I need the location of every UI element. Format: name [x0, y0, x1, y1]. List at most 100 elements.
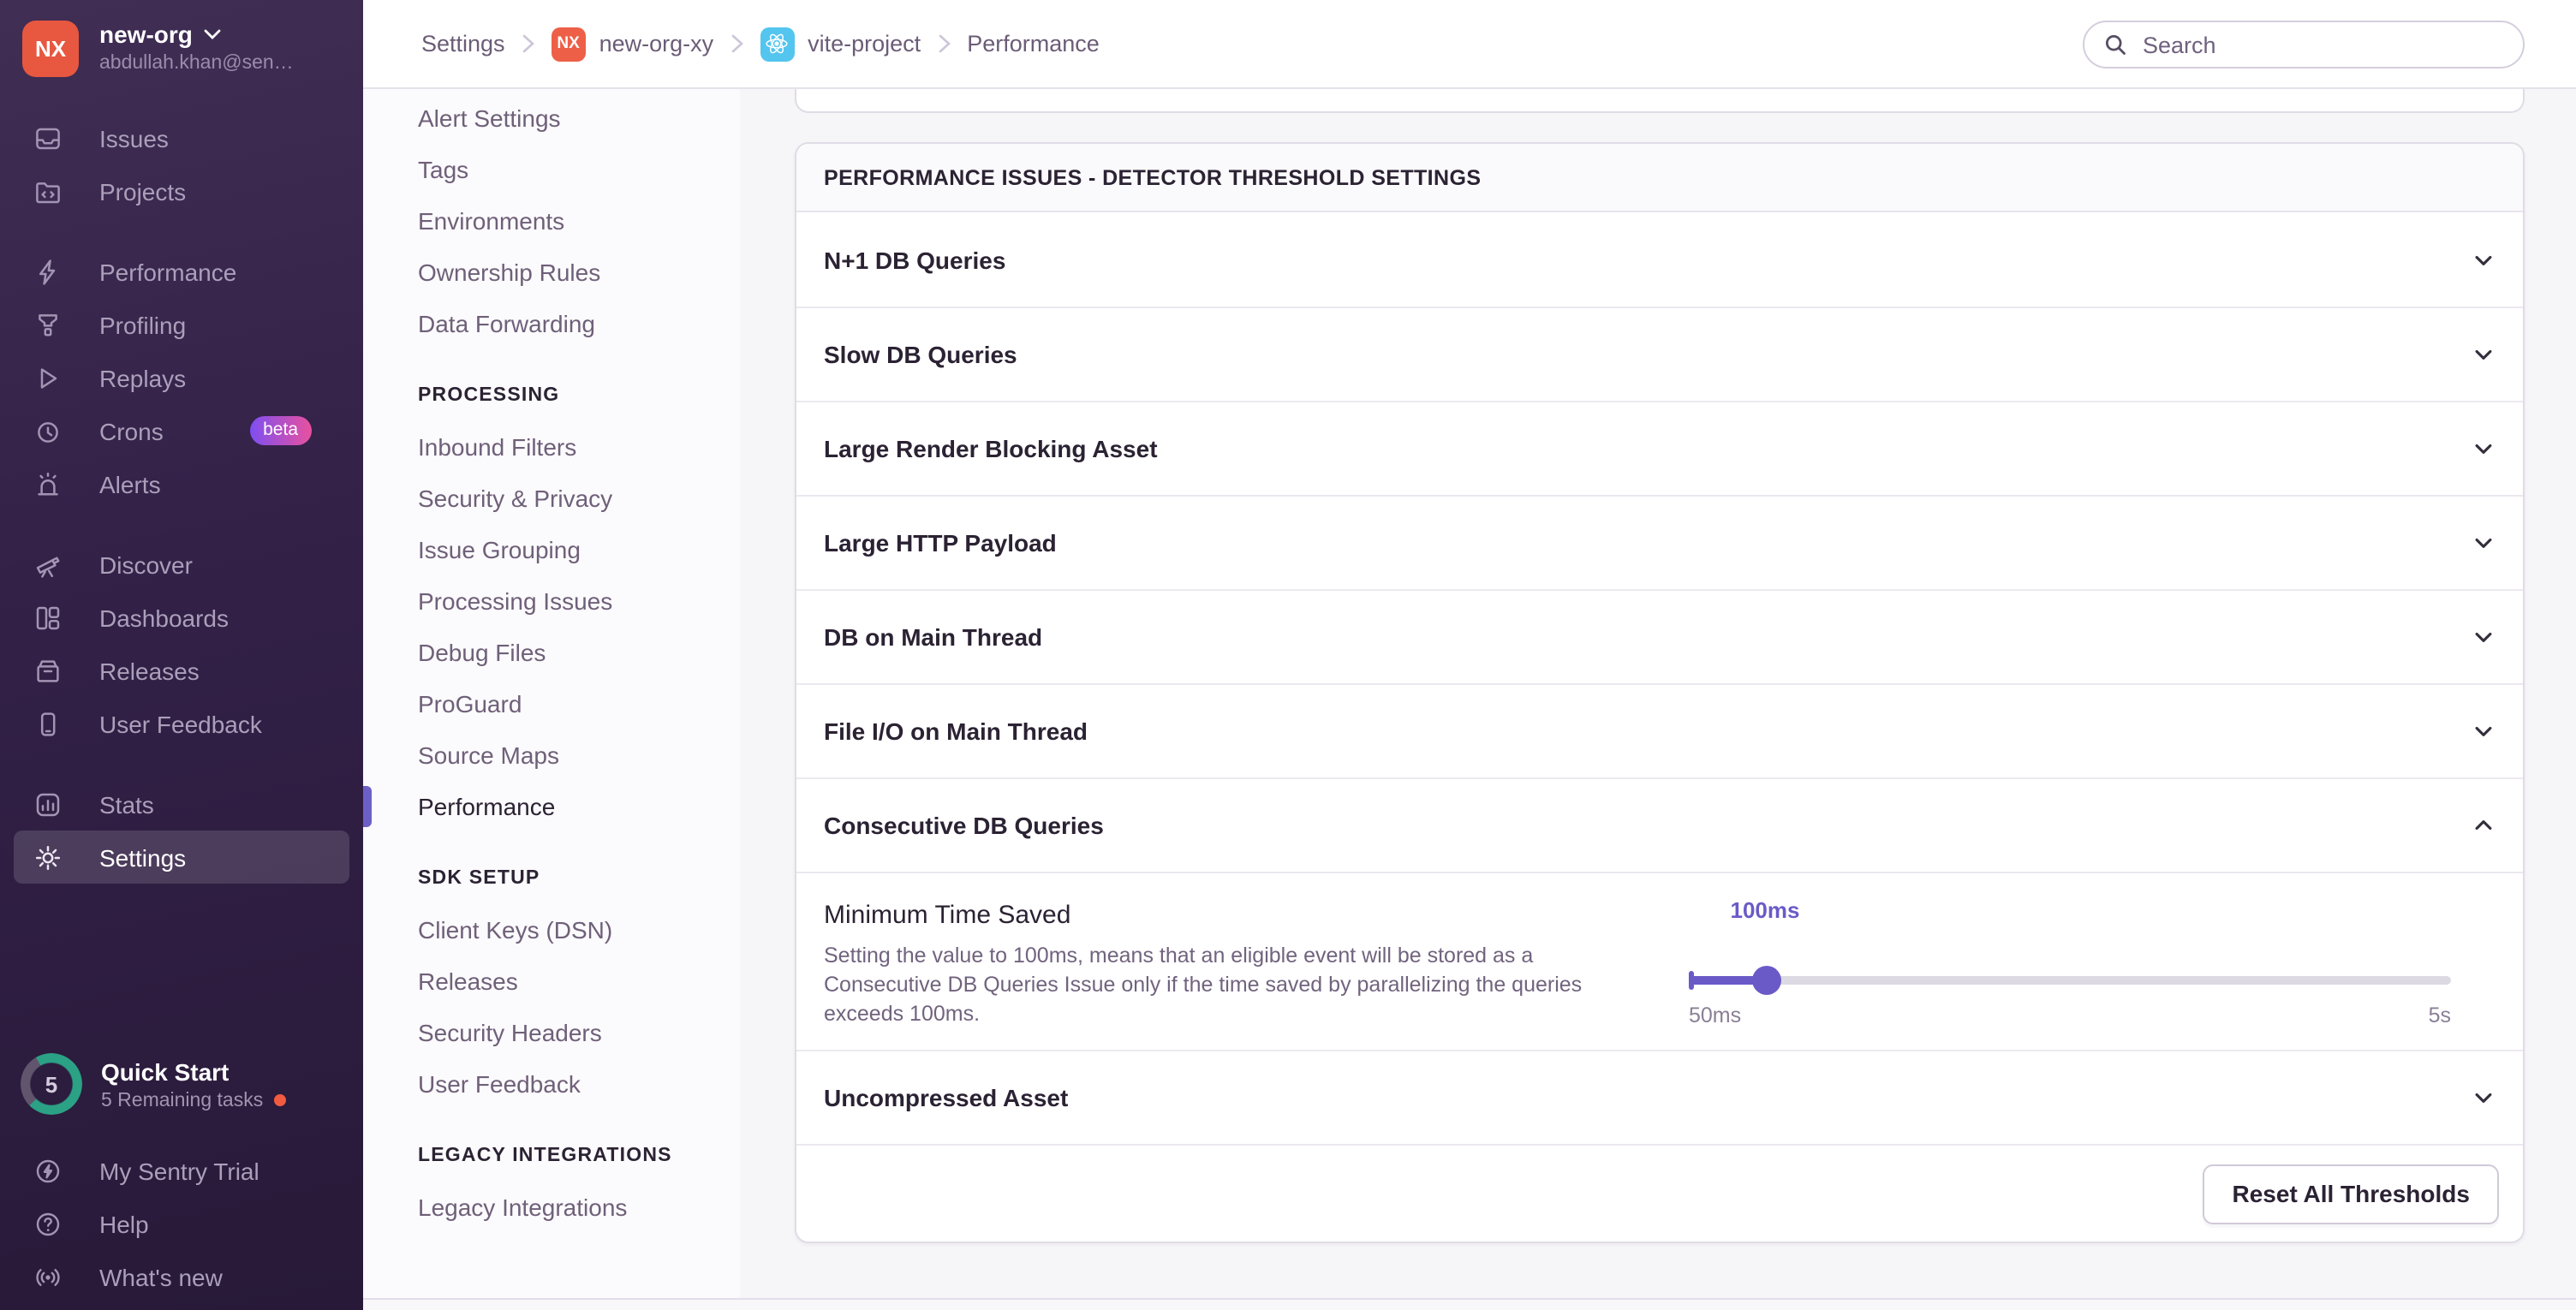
breadcrumb-separator-icon — [938, 34, 951, 53]
sidebar-item-label: What's new — [99, 1263, 223, 1290]
slider-thumb[interactable] — [1751, 966, 1780, 995]
slider-min-label: 50ms — [1689, 1003, 1742, 1027]
settings-nav-item-tags[interactable]: Tags — [363, 144, 740, 195]
sidebar-item-trial[interactable]: My Sentry Trial — [0, 1144, 363, 1197]
telescope-icon — [34, 551, 62, 578]
settings-nav-item-environments[interactable]: Environments — [363, 195, 740, 247]
sidebar-item-help[interactable]: Help — [0, 1197, 363, 1250]
sidebar-item-performance[interactable]: Performance — [0, 245, 363, 298]
settings-nav-item-user-feedback[interactable]: User Feedback — [363, 1058, 740, 1110]
sidebar-item-alerts[interactable]: Alerts — [0, 457, 363, 510]
reset-all-thresholds-button[interactable]: Reset All Thresholds — [2203, 1164, 2499, 1224]
settings-nav-item-inbound-filters[interactable]: Inbound Filters — [363, 421, 740, 473]
beta-badge: beta — [249, 415, 312, 446]
play-icon — [34, 364, 62, 391]
sidebar-item-projects[interactable]: Projects — [0, 164, 363, 217]
search-icon — [2103, 33, 2127, 57]
sidebar-item-user-feedback[interactable]: User Feedback — [0, 697, 363, 750]
sidebar-item-label: Alerts — [99, 470, 161, 497]
chevron-up-icon — [2472, 813, 2496, 837]
main-sidebar: NX new-org abdullah.khan@sen… Issues Pro… — [0, 0, 363, 1310]
search-box[interactable] — [2083, 21, 2525, 68]
sidebar-item-discover[interactable]: Discover — [0, 538, 363, 591]
chevron-down-icon — [2472, 1086, 2496, 1110]
sidebar-item-releases[interactable]: Releases — [0, 644, 363, 697]
sidebar-item-label: Issues — [99, 124, 169, 152]
search-input[interactable] — [2139, 30, 2504, 59]
settings-nav-item-ownership-rules[interactable]: Ownership Rules — [363, 247, 740, 298]
breadcrumb-separator-icon — [730, 34, 743, 53]
accordion-row-file-io-on-main-thread[interactable]: File I/O on Main Thread — [796, 683, 2523, 777]
sidebar-item-label: User Feedback — [99, 710, 262, 737]
sidebar-item-whats-new[interactable]: What's new — [0, 1250, 363, 1303]
chevron-down-icon — [205, 29, 222, 39]
slider-value: 100ms — [1730, 897, 1800, 923]
accordion-row-large-render-blocking-asset[interactable]: Large Render Blocking Asset — [796, 401, 2523, 495]
react-project-icon — [760, 27, 795, 61]
chevron-down-icon — [2472, 531, 2496, 555]
settings-nav: Alert Settings Tags Environments Ownersh… — [363, 89, 740, 1298]
slider-track[interactable] — [1689, 966, 2451, 995]
accordion-row-consecutive-db-queries[interactable]: Consecutive DB Queries — [796, 777, 2523, 872]
accordion-row-uncompressed-asset[interactable]: Uncompressed Asset — [796, 1050, 2523, 1144]
quick-start-title: Quick Start — [101, 1057, 230, 1085]
quick-start[interactable]: 5 Quick Start 5 Remaining tasks — [0, 1053, 363, 1115]
org-switcher[interactable]: NX new-org abdullah.khan@sen… — [0, 0, 363, 77]
settings-nav-header-legacy-integrations: LEGACY INTEGRATIONS — [418, 1146, 672, 1166]
accordion-row-large-http-payload[interactable]: Large HTTP Payload — [796, 495, 2523, 589]
sidebar-item-label: Replays — [99, 364, 187, 391]
settings-nav-item-releases[interactable]: Releases — [363, 956, 740, 1007]
chevron-down-icon — [2472, 247, 2496, 271]
consecutive-db-queries-settings: Minimum Time Saved Setting the value to … — [796, 872, 2523, 1050]
breadcrumb-org[interactable]: NX new-org-xy — [551, 27, 713, 61]
sidebar-item-crons[interactable]: Crons beta — [0, 404, 363, 457]
settings-nav-item-debug-files[interactable]: Debug Files — [363, 627, 740, 678]
sidebar-item-issues[interactable]: Issues — [0, 111, 363, 164]
accordion-row-slow-db-queries[interactable]: Slow DB Queries — [796, 307, 2523, 401]
settings-nav-item-security-privacy[interactable]: Security & Privacy — [363, 473, 740, 524]
settings-nav-item-client-keys[interactable]: Client Keys (DSN) — [363, 904, 740, 956]
accordion-row-n-plus-one-db-queries[interactable]: N+1 DB Queries — [796, 212, 2523, 307]
sidebar-item-replays[interactable]: Replays — [0, 351, 363, 404]
projects-icon — [34, 177, 62, 205]
breadcrumb-settings[interactable]: Settings — [421, 31, 505, 57]
sidebar-item-label: Help — [99, 1210, 149, 1237]
settings-nav-item-source-maps[interactable]: Source Maps — [363, 729, 740, 781]
settings-nav-item-proguard[interactable]: ProGuard — [363, 678, 740, 729]
breadcrumb-separator-icon — [522, 34, 534, 53]
sidebar-item-label: Releases — [99, 657, 200, 684]
chevron-down-icon — [2472, 342, 2496, 366]
settings-nav-item-security-headers[interactable]: Security Headers — [363, 1007, 740, 1058]
sidebar-item-dashboards[interactable]: Dashboards — [0, 591, 363, 644]
sidebar-item-profiling[interactable]: Profiling — [0, 298, 363, 351]
settings-nav-item-processing-issues[interactable]: Processing Issues — [363, 575, 740, 627]
sidebar-footer: My Sentry Trial Help What's new — [0, 1144, 363, 1310]
breadcrumb-project[interactable]: vite-project — [760, 27, 921, 61]
question-circle-icon — [34, 1210, 62, 1237]
breadcrumb: Settings NX new-org-xy vite-project Perf… — [421, 0, 1100, 87]
sidebar-item-label: Profiling — [99, 311, 187, 338]
settings-nav-item-issue-grouping[interactable]: Issue Grouping — [363, 524, 740, 575]
sidebar-item-settings[interactable]: Settings — [14, 831, 349, 884]
content-area: PERFORMANCE ISSUES - DETECTOR THRESHOLD … — [740, 89, 2576, 1298]
sidebar-item-label: Stats — [99, 790, 154, 818]
sidebar-item-label: Crons — [99, 417, 164, 444]
threshold-slider: 100ms 50ms 5s — [1689, 897, 2451, 1034]
settings-nav-item-legacy-integrations[interactable]: Legacy Integrations — [363, 1182, 740, 1233]
settings-nav-item-alert-settings[interactable]: Alert Settings — [363, 92, 740, 144]
sidebar-item-stats[interactable]: Stats — [0, 777, 363, 831]
bar-chart-icon — [34, 790, 62, 818]
progress-ring: 5 — [21, 1053, 82, 1115]
lightning-icon — [34, 258, 62, 285]
archive-box-icon — [34, 657, 62, 684]
settings-nav-item-performance[interactable]: Performance — [363, 781, 740, 832]
bolt-circle-icon — [34, 1157, 62, 1184]
org-meta: new-org abdullah.khan@sen… — [99, 21, 294, 74]
sidebar-item-label: Discover — [99, 551, 193, 578]
settings-nav-item-data-forwarding[interactable]: Data Forwarding — [363, 298, 740, 349]
settings-nav-header-sdk-setup: SDK SETUP — [418, 868, 540, 889]
org-avatar: NX — [22, 21, 79, 77]
sidebar-item-label: Dashboards — [99, 604, 229, 631]
topbar: Settings NX new-org-xy vite-project Perf… — [363, 0, 2576, 89]
accordion-row-db-on-main-thread[interactable]: DB on Main Thread — [796, 589, 2523, 683]
